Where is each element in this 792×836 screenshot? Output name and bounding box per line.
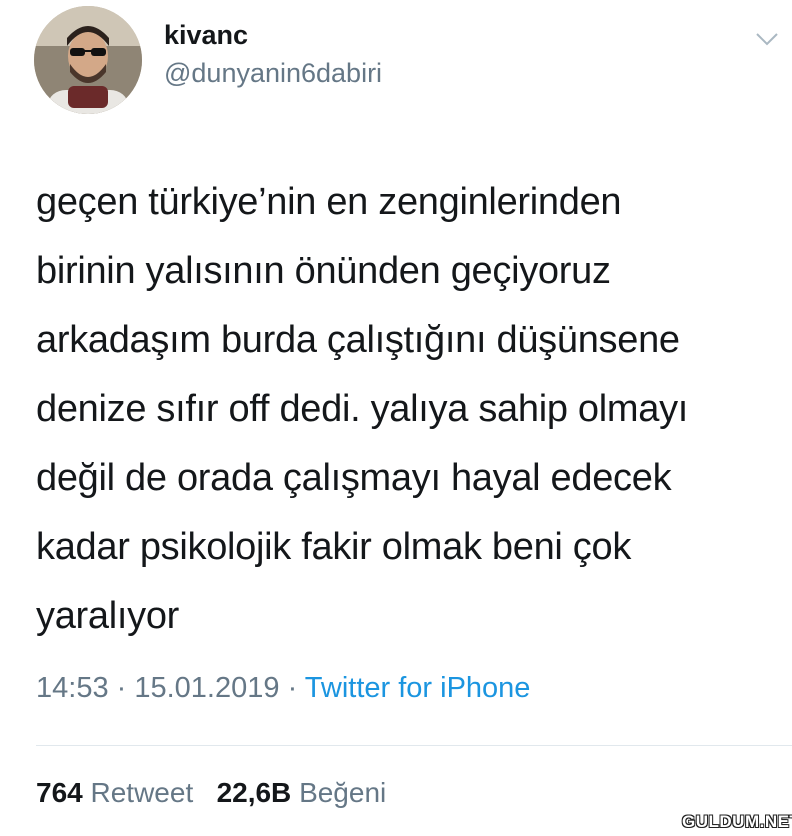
meta-separator: · (279, 672, 305, 704)
tweet-text-line: birinin yalısının önünden geçiyoruz (36, 250, 611, 292)
retweet-count: 764 (36, 777, 83, 808)
like-count: 22,6B (216, 777, 292, 808)
tweet-date[interactable]: 15.01.2019 (134, 672, 279, 704)
like-label: Beğeni (299, 777, 387, 808)
tweet-text-line: denize sıfır off dedi. yalıya sahip olma… (36, 388, 689, 430)
divider (36, 745, 792, 746)
like-stat[interactable]: 22,6B Beğeni (217, 777, 387, 808)
tweet-time[interactable]: 14:53 (36, 672, 109, 704)
tweet-text-line: yaralıyor (36, 595, 180, 637)
retweet-label: Retweet (90, 777, 194, 808)
user-handle[interactable]: @dunyanin6dabiri (164, 58, 382, 89)
tweet-text-line: geçen türkiye’nin en zenginlerinden (36, 181, 622, 223)
tweet-card: kivanc @dunyanin6dabiri geçen türkiye’ni… (0, 0, 792, 836)
avatar-photo (34, 6, 142, 114)
meta-separator: · (108, 672, 135, 704)
chevron-down-icon[interactable] (754, 30, 780, 48)
avatar[interactable] (34, 6, 142, 114)
retweet-stat[interactable]: 764 Retweet (36, 777, 193, 808)
tweet-text: geçen türkiye’nin en zenginlerinden biri… (36, 168, 776, 651)
tweet-text-line: değil de orada çalışmayı hayal edecek (36, 457, 672, 499)
display-name[interactable]: kivanc (164, 20, 248, 51)
tweet-meta: 14:53 · 15.01.2019 · Twitter for iPhone (36, 672, 530, 705)
tweet-stats: 764 Retweet 22,6B Beğeni (36, 777, 386, 809)
tweet-source-link[interactable]: Twitter for iPhone (305, 672, 531, 704)
tweet-text-line: kadar psikolojik fakir olmak beni çok (36, 526, 632, 568)
tweet-text-line: arkadaşım burda çalıştığını düşünsene (36, 319, 680, 361)
watermark: GULDUM.NET (682, 812, 792, 831)
